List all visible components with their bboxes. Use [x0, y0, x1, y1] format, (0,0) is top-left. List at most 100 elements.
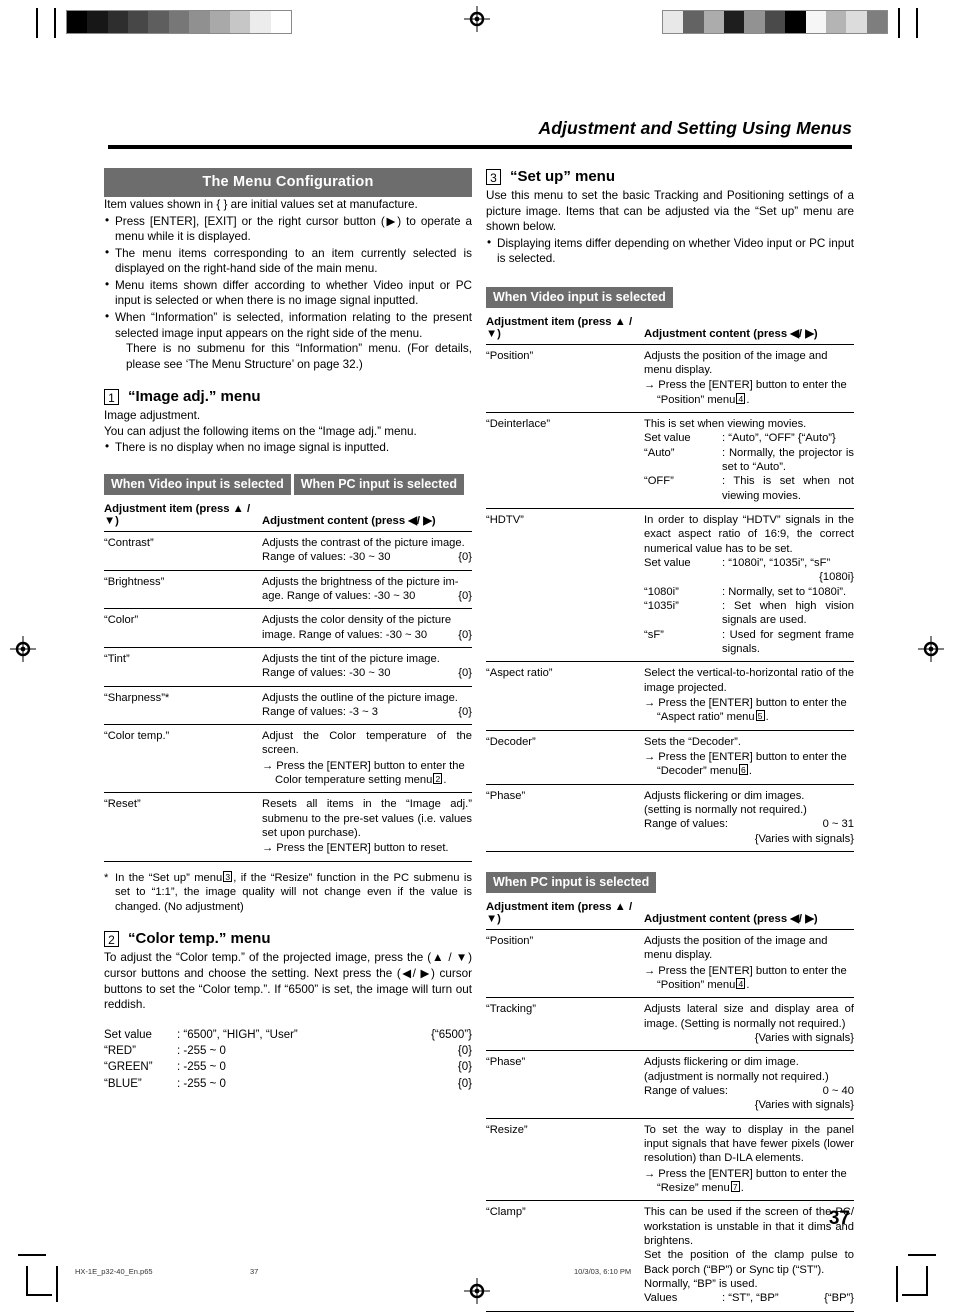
- registration-target-right: [918, 636, 944, 662]
- row-arrow-line-1: → Press the [ENTER] button to enter the: [644, 1167, 847, 1180]
- row-desc: Adjusts the outline of the picture image…: [262, 691, 458, 704]
- pair-value: : Set when high vision signals are used.: [722, 600, 854, 627]
- row-item: “Position”: [486, 929, 644, 999]
- row-default: {0}: [458, 628, 472, 641]
- column-header-adjustment-content: Adjustment content (press ◀/ ▶): [644, 898, 854, 930]
- row-range: Range of values: -30 ~ 30: [262, 551, 391, 564]
- row-desc: Adjusts the color density of the picture: [262, 614, 452, 627]
- crop-mark-top-left-inner: [54, 8, 56, 38]
- table-header-row: Adjustment item (press ▲ / ▼) Adjustment…: [104, 500, 472, 532]
- table-row: “Reset” Resets all items in the “Image a…: [104, 792, 472, 862]
- list-item: Press [ENTER], [EXIT] or the right curso…: [104, 213, 472, 245]
- key-value-pair: “Auto”: Normally, the projector is set t…: [644, 446, 854, 475]
- table-row: “Phase” Adjusts flickering or dim images…: [486, 784, 854, 852]
- value-spec: : -255 ~ 0: [177, 1077, 226, 1090]
- row-item: “Aspect ratio”: [486, 661, 644, 731]
- column-header-adjustment-item: Adjustment item (press ▲ / ▼): [486, 898, 644, 930]
- row-range-value: 0 ~ 40: [822, 1084, 854, 1097]
- column-header-adjustment-content: Adjustment content (press ◀/ ▶): [644, 313, 854, 345]
- menu-ref-badge: 6: [738, 764, 748, 776]
- calibration-swatch: [764, 11, 786, 33]
- registration-target-left: [10, 636, 36, 662]
- crop-mark-top-right-outer: [916, 8, 918, 38]
- list-item: “GREEN” : -255 ~ 0 {0}: [104, 1059, 472, 1075]
- row-default: {0}: [458, 589, 472, 602]
- menu3-video-mode-tab-row: When Video input is selected: [486, 286, 854, 308]
- intro-bullet-list: Press [ENTER], [EXIT] or the right curso…: [104, 213, 472, 373]
- calibration-swatch: [825, 11, 847, 33]
- row-desc: Adjusts the tint of the picture image.: [262, 652, 440, 665]
- row-content: In order to display “HDTV” signals in th…: [644, 508, 854, 663]
- table-row: “Phase” Adjusts flickering or dim image.…: [486, 1050, 854, 1119]
- calibration-swatch: [189, 11, 210, 33]
- calibration-swatch: [785, 11, 806, 33]
- list-item: Menu items shown differ according to whe…: [104, 277, 472, 309]
- list-item-text: When “Information” is selected, informat…: [115, 310, 472, 340]
- tab-video-input[interactable]: When Video input is selected: [486, 286, 673, 308]
- menu-number-badge: 3: [486, 168, 501, 185]
- header-rule: [108, 145, 852, 149]
- value-name: “BLUE”: [104, 1077, 142, 1090]
- calibration-swatch: [209, 11, 230, 33]
- row-arrow-tail: .: [748, 765, 752, 778]
- calibration-swatch: [148, 11, 169, 33]
- row-range-label: Range of values:: [644, 1084, 728, 1097]
- menu-heading-image-adj: 1 “Image adj.” menu: [104, 388, 472, 405]
- section-banner-menu-configuration: The Menu Configuration: [104, 168, 472, 197]
- list-item: There is no display when no image signal…: [104, 439, 472, 456]
- row-arrow-text: Color temperature setting menu: [275, 774, 433, 787]
- row-content: This is set when viewing movies. Set val…: [644, 412, 854, 510]
- row-desc-1: This can be used if the screen of the PC…: [644, 1206, 854, 1247]
- menu-number-badge: 2: [104, 930, 119, 947]
- value-spec: : “6500”, “HIGH”, “User”: [177, 1028, 298, 1041]
- tab-video-input[interactable]: When Video input is selected: [104, 473, 291, 495]
- menu-ref-badge: 5: [755, 710, 765, 722]
- row-content: Adjusts the color density of the picture…: [262, 608, 472, 648]
- row-default: {0}: [458, 667, 472, 680]
- row-desc-1: Adjusts flickering or dim images.: [644, 789, 805, 802]
- row-item: “Color”: [104, 608, 262, 648]
- row-item: “Brightness”: [104, 570, 262, 610]
- crop-mark-top-right-inner: [898, 8, 900, 38]
- row-content: Adjusts lateral size and display area of…: [644, 997, 854, 1052]
- tab-pc-input[interactable]: When PC input is selected: [486, 871, 657, 893]
- row-arrow-tail: .: [765, 711, 769, 724]
- row-content: Resets all items in the “Image adj.” sub…: [262, 792, 472, 862]
- row-default: {Varies with signals}: [754, 1099, 854, 1112]
- value-default: {0}: [457, 1061, 472, 1074]
- tab-pc-input[interactable]: When PC input is selected: [293, 473, 464, 495]
- crop-mark-bottom-right-h: [908, 1254, 936, 1256]
- row-desc-1: This is set when viewing movies.: [644, 418, 807, 431]
- row-arrow-line-2: “Resize” menu 7.: [644, 1180, 854, 1195]
- intro-paragraph: Item values shown in { } are initial val…: [104, 198, 418, 211]
- calibration-swatch: [168, 11, 190, 33]
- menu-heading-set-up: 3 “Set up” menu: [486, 168, 854, 185]
- row-arrow-tail: .: [740, 1181, 744, 1194]
- row-desc-1: In order to display “HDTV” signals in th…: [644, 514, 854, 555]
- calibration-swatch: [724, 11, 745, 33]
- list-item: Displaying items differ depending on whe…: [486, 235, 854, 267]
- row-range: image. Range of values: -30 ~ 30: [262, 628, 428, 641]
- document-page: Adjustment and Setting Using Menus The M…: [0, 0, 954, 1313]
- value-spec: : -255 ~ 0: [177, 1061, 226, 1074]
- calibration-swatch: [744, 11, 765, 33]
- table-row: “Tracking” Adjusts lateral size and disp…: [486, 997, 854, 1052]
- row-item: “Sharpness”*: [104, 686, 262, 726]
- row-default: {Varies with signals}: [754, 1031, 854, 1044]
- row-desc-1: Select the vertical-to-horizontal ratio …: [644, 667, 854, 694]
- menu-title: “Image adj.” menu: [128, 388, 261, 406]
- calibration-swatch: [866, 11, 887, 33]
- row-item: “Phase”: [486, 784, 644, 852]
- row-item: “Tracking”: [486, 997, 644, 1052]
- calibration-swatch: [107, 11, 129, 33]
- row-desc: Adjust the Color temperature of the scre…: [262, 730, 472, 757]
- value-name: “GREEN”: [104, 1061, 153, 1074]
- row-default: {0}: [458, 551, 472, 564]
- value-default: {0}: [457, 1077, 472, 1090]
- row-range: Range of values: -3 ~ 3: [262, 705, 378, 718]
- row-desc-2: menu display.: [644, 949, 713, 962]
- row-desc-1: Adjusts flickering or dim image.: [644, 1056, 799, 1069]
- row-item: “Position”: [486, 344, 644, 414]
- row-arrow-text: “Position” menu: [657, 978, 736, 991]
- menu3-body: Use this menu to set the basic Tracking …: [486, 189, 854, 234]
